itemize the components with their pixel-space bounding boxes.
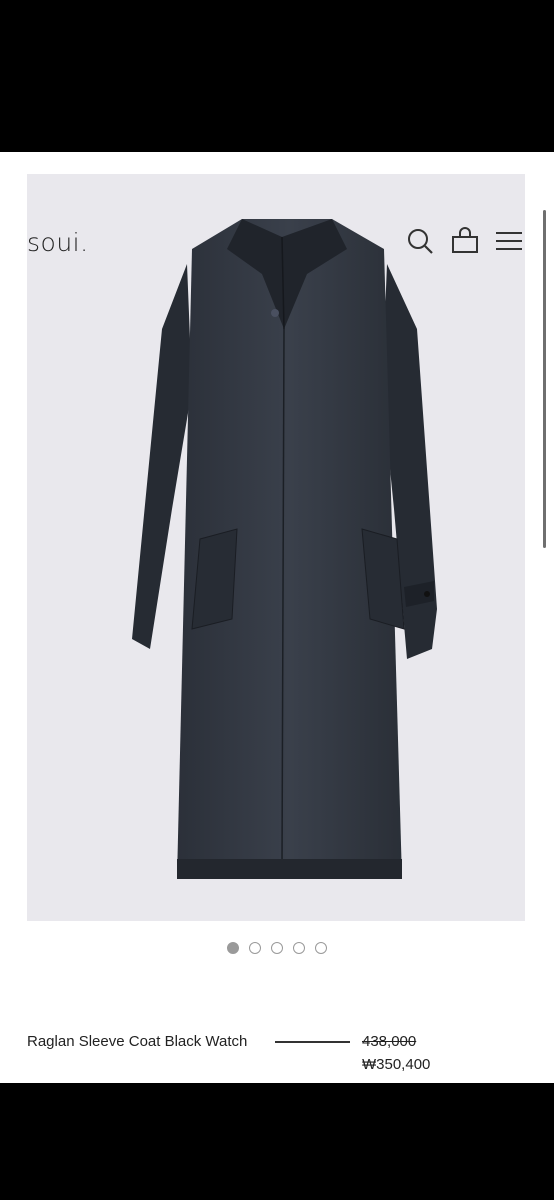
price-divider xyxy=(275,1041,350,1043)
coat-image xyxy=(132,219,437,879)
pagination-dot-1[interactable] xyxy=(227,942,239,954)
search-icon[interactable] xyxy=(405,226,435,256)
pagination-dot-2[interactable] xyxy=(249,942,261,954)
page-scrollbar[interactable] xyxy=(543,210,546,548)
product-name: Raglan Sleeve Coat Black Watch xyxy=(27,1033,248,1050)
product-page: soui. Raglan Sleeve Coat Black Watch 438… xyxy=(0,152,554,1083)
pagination-dot-4[interactable] xyxy=(293,942,305,954)
original-price: 438,000 xyxy=(362,1033,417,1050)
bag-icon[interactable] xyxy=(450,226,480,256)
menu-icon[interactable] xyxy=(494,226,524,256)
brand-logo[interactable]: soui. xyxy=(27,228,89,257)
sale-price: ₩350,400 xyxy=(362,1056,431,1073)
pagination-dot-5[interactable] xyxy=(315,942,327,954)
pagination-dot-3[interactable] xyxy=(271,942,283,954)
image-pagination xyxy=(0,942,554,954)
product-image[interactable]: soui. xyxy=(27,174,525,921)
